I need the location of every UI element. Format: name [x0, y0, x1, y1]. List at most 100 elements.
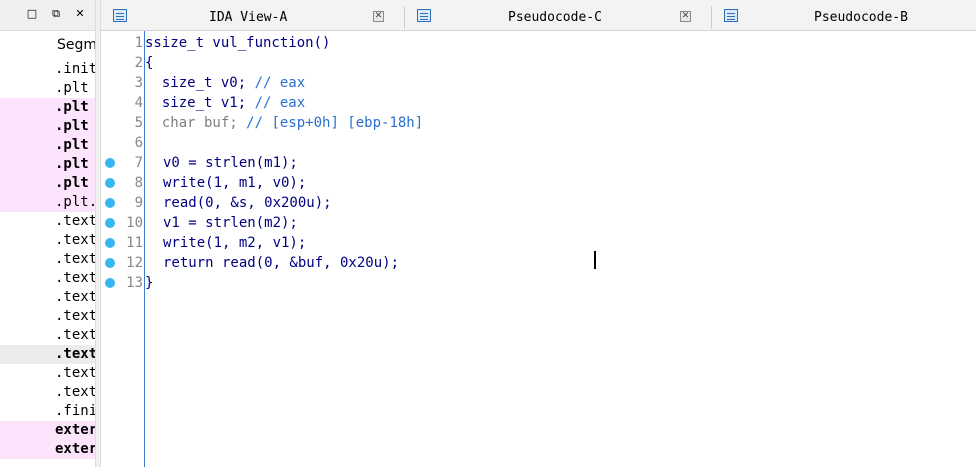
- float-icon[interactable]: ⧉: [50, 8, 62, 20]
- code-text: read(0, &s, 0x200u);: [163, 195, 332, 211]
- segment-row[interactable]: .text: [0, 326, 95, 345]
- segment-row[interactable]: .text: [0, 288, 95, 307]
- code-text: return read(0, &buf, 0x20u);: [163, 255, 400, 271]
- code-line[interactable]: 10 v1 = strlen(m2);: [101, 213, 976, 233]
- segment-row[interactable]: exter: [0, 421, 95, 440]
- code-line[interactable]: 8 write(1, m1, v0);: [101, 173, 976, 193]
- line-number: 3: [134, 75, 143, 91]
- line-number: 12: [126, 255, 143, 271]
- code-line[interactable]: 3 size_t v0; // eax: [101, 73, 976, 93]
- tab-pseudocode-b[interactable]: Pseudocode-B: [712, 6, 976, 29]
- code-text: write(1, m1, v0);: [163, 175, 307, 191]
- code-text: }: [145, 275, 154, 291]
- segment-row[interactable]: .text: [0, 269, 95, 288]
- segment-name: .text: [55, 251, 95, 267]
- comment: // [esp+0h] [ebp-18h]: [246, 115, 424, 131]
- segment-row[interactable]: .plt: [0, 98, 95, 117]
- segment-column-label: Segm: [57, 37, 95, 53]
- segment-row[interactable]: .plt: [0, 117, 95, 136]
- code-line[interactable]: 11 write(1, m2, v1);: [101, 233, 976, 253]
- code-text: size_t v0; // eax: [145, 75, 305, 91]
- tab-bar: IDA View-A ✕ Pseudocode-C ✕ Pseudocode-B: [101, 0, 976, 31]
- code-text: {: [145, 55, 154, 71]
- code-line[interactable]: 2 {: [101, 53, 976, 73]
- segment-name: .text: [55, 270, 95, 286]
- code-line[interactable]: 13 }: [101, 273, 976, 293]
- segment-row-selected[interactable]: .text: [0, 345, 95, 364]
- segment-row[interactable]: .text: [0, 231, 95, 250]
- segment-name: exter: [55, 441, 95, 457]
- code-line[interactable]: 12 return read(0, &buf, 0x20u);: [101, 253, 976, 273]
- line-number: 11: [126, 235, 143, 251]
- code-text: size_t v1; // eax: [145, 95, 305, 111]
- pseudocode-icon: [417, 9, 431, 22]
- line-number: 13: [126, 275, 143, 291]
- segment-name: .text: [55, 289, 95, 305]
- code-line[interactable]: 1 ssize_t vul_function(): [101, 33, 976, 53]
- segment-row[interactable]: .plt: [0, 174, 95, 193]
- segment-row[interactable]: exter: [0, 440, 95, 459]
- segment-row[interactable]: .text: [0, 383, 95, 402]
- line-number: 5: [134, 115, 143, 131]
- comment: // eax: [254, 75, 306, 91]
- declaration: char buf;: [161, 115, 238, 131]
- close-icon[interactable]: ✕: [373, 11, 384, 22]
- code-line[interactable]: 9 read(0, &s, 0x200u);: [101, 193, 976, 213]
- segment-name: exter: [55, 422, 95, 438]
- segment-name: .plt: [55, 156, 89, 172]
- segment-row[interactable]: .text: [0, 250, 95, 269]
- code-text: v1 = strlen(m2);: [163, 215, 298, 231]
- line-number: 6: [134, 135, 143, 151]
- segment-name: .text: [55, 308, 95, 324]
- line-number: 7: [134, 155, 143, 171]
- close-icon[interactable]: ✕: [680, 11, 691, 22]
- segment-name: .text: [55, 384, 95, 400]
- segments-panel: □ ⧉ ✕ Segm .init .plt .plt .plt .plt .pl…: [0, 0, 95, 467]
- segment-row[interactable]: .text: [0, 364, 95, 383]
- code-line[interactable]: 7 v0 = strlen(m1);: [101, 153, 976, 173]
- line-number: 4: [134, 95, 143, 111]
- pseudocode-icon: [724, 9, 738, 22]
- line-number: 10: [126, 215, 143, 231]
- segment-row[interactable]: .plt: [0, 155, 95, 174]
- comment: // eax: [254, 95, 306, 111]
- segment-row[interactable]: .text: [0, 212, 95, 231]
- segment-row[interactable]: .text: [0, 307, 95, 326]
- declaration: size_t v1;: [161, 95, 247, 111]
- tab-ida-view-a[interactable]: IDA View-A ✕: [101, 6, 405, 29]
- close-icon[interactable]: ✕: [74, 8, 86, 20]
- segment-name: .fini: [55, 403, 95, 419]
- segment-name: .plt: [55, 80, 89, 96]
- segment-name: .plt: [55, 137, 89, 153]
- segment-row[interactable]: .init: [0, 60, 95, 79]
- code-line[interactable]: 6: [101, 133, 976, 153]
- declaration: size_t v0;: [161, 75, 247, 91]
- tab-label: Pseudocode-C: [508, 10, 602, 25]
- segments-column-header[interactable]: Segm: [0, 36, 95, 58]
- segment-name: .init: [55, 61, 95, 77]
- tab-pseudocode-c[interactable]: Pseudocode-C ✕: [405, 6, 712, 29]
- restore-icon[interactable]: □: [26, 8, 38, 20]
- code-text: write(1, m2, v1);: [163, 235, 307, 251]
- segment-name: .plt: [55, 99, 89, 115]
- tab-label: Pseudocode-B: [814, 10, 908, 25]
- segment-row[interactable]: .fini: [0, 402, 95, 421]
- pseudocode-editor[interactable]: 1 ssize_t vul_function() 2 { 3 size_t v0…: [101, 31, 976, 467]
- code-line[interactable]: 4 size_t v1; // eax: [101, 93, 976, 113]
- code-text: ssize_t vul_function(): [145, 35, 331, 51]
- segment-row[interactable]: .plt.: [0, 193, 95, 212]
- segment-name: .plt: [55, 175, 89, 191]
- line-number: 8: [134, 175, 143, 191]
- segment-row[interactable]: .plt: [0, 136, 95, 155]
- segments-list: .init .plt .plt .plt .plt .plt .plt .plt…: [0, 60, 95, 459]
- tab-label: IDA View-A: [209, 10, 288, 25]
- disassembly-icon: [113, 9, 127, 22]
- segment-row[interactable]: .plt: [0, 79, 95, 98]
- segment-name: .text: [55, 346, 95, 362]
- segment-name: .text: [55, 365, 95, 381]
- code-text: char buf; // [esp+0h] [ebp-18h]: [145, 115, 423, 131]
- panel-toolbar: □ ⧉ ✕: [0, 0, 95, 31]
- segment-name: .plt: [55, 118, 89, 134]
- code-line[interactable]: 5 char buf; // [esp+0h] [ebp-18h]: [101, 113, 976, 133]
- code-text: v0 = strlen(m1);: [163, 155, 298, 171]
